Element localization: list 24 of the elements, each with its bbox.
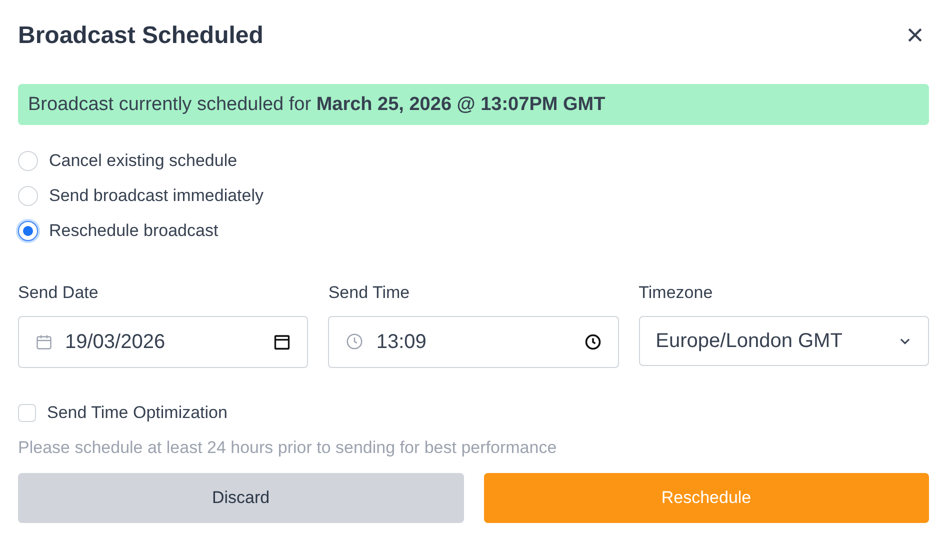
field-value: 13:09: [376, 330, 428, 354]
discard-button[interactable]: Discard: [18, 473, 464, 523]
field-label: Send Time: [328, 282, 411, 304]
dialog-title: Broadcast Scheduled: [18, 21, 264, 51]
radio-label: Cancel existing schedule: [49, 150, 238, 172]
field-value: 19/03/2026: [65, 330, 166, 354]
close-button[interactable]: ×: [901, 22, 929, 50]
radio-label: Send broadcast immediately: [49, 184, 264, 207]
radio-button[interactable]: [18, 220, 38, 240]
field-label: Send Date: [18, 282, 100, 304]
schedule-banner: Broadcast currently scheduled for March 25, 2026 @ 13:07PM GMT: [18, 84, 929, 125]
hint-text: Please schedule at least 24 hours prior to sending for best performance: [18, 436, 558, 458]
radio-label: Reschedule broadcast: [49, 220, 218, 242]
calendar-icon: [35, 332, 53, 350]
timezone-select[interactable]: Europe/London GMT: [638, 316, 929, 366]
checkbox[interactable]: [18, 404, 36, 422]
clock-icon[interactable]: [584, 332, 602, 350]
calendar-icon[interactable]: [273, 332, 292, 350]
field-value: Europe/London GMT: [656, 328, 844, 354]
date-field[interactable]: 19/03/2026: [18, 316, 308, 368]
checkbox-label: Send Time Optimization: [47, 402, 228, 424]
clock-icon: [345, 332, 364, 351]
field-label: Timezone: [638, 282, 714, 304]
time-field[interactable]: 13:09: [328, 316, 619, 368]
